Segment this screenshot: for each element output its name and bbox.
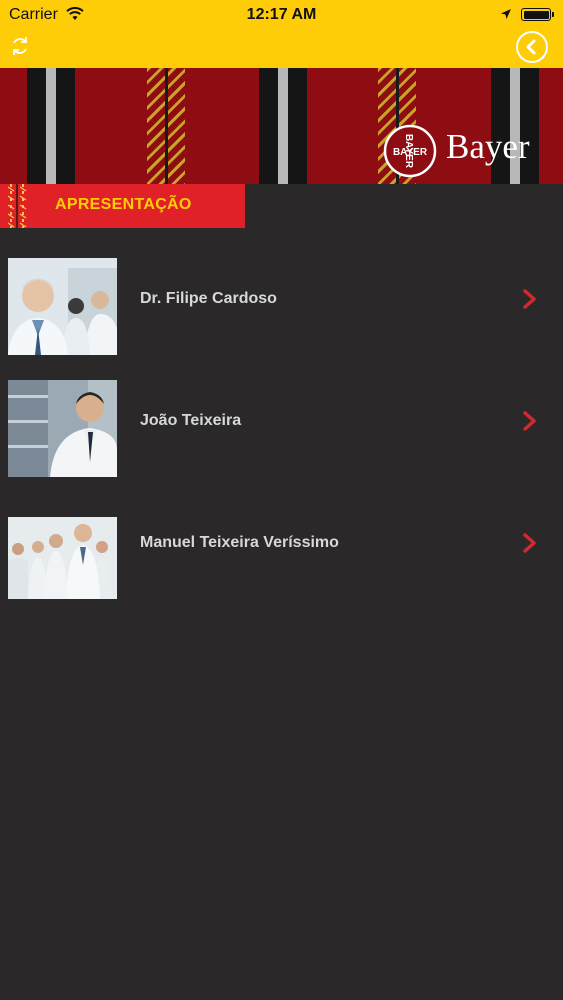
battery-icon — [521, 8, 554, 21]
logo-text-vertical: BAYER — [403, 134, 414, 169]
person-name: Dr. Filipe Cardoso — [140, 290, 277, 307]
back-button[interactable] — [516, 31, 548, 63]
banner-stripe — [27, 68, 46, 184]
chevron-right-icon — [523, 411, 536, 431]
brand-name: Bayer — [446, 127, 530, 166]
bayer-cross-logo: BAYER BAYER — [383, 124, 437, 178]
list-item[interactable]: Manuel Teixeira Veríssimo — [0, 494, 563, 606]
refresh-icon[interactable] — [8, 34, 32, 58]
list-item[interactable]: João Teixeira — [0, 372, 563, 484]
chevron-right-icon — [523, 533, 536, 553]
back-chevron-icon — [526, 39, 536, 55]
location-arrow-icon — [501, 9, 511, 19]
banner-stripe — [56, 68, 75, 184]
person-name: João Teixeira — [140, 412, 242, 429]
list-item[interactable]: Dr. Filipe Cardoso — [0, 250, 563, 362]
person-name: Manuel Teixeira Veríssimo — [140, 534, 339, 551]
chevron-right-icon — [523, 289, 536, 309]
person-photo — [8, 517, 117, 599]
banner-stripe — [259, 68, 278, 184]
banner-stripe — [46, 68, 56, 184]
clock: 12:17 AM — [246, 6, 317, 23]
person-photo — [8, 258, 117, 355]
decorative-stitch-pattern — [7, 184, 27, 228]
banner-stripe — [278, 68, 288, 184]
person-photo — [8, 380, 117, 477]
section-title: APRESENTAÇÃO — [55, 196, 192, 213]
banner-stripe — [288, 68, 307, 184]
status-bar: Carrier 12:17 AM — [0, 0, 563, 30]
banner-stripe — [165, 68, 168, 184]
